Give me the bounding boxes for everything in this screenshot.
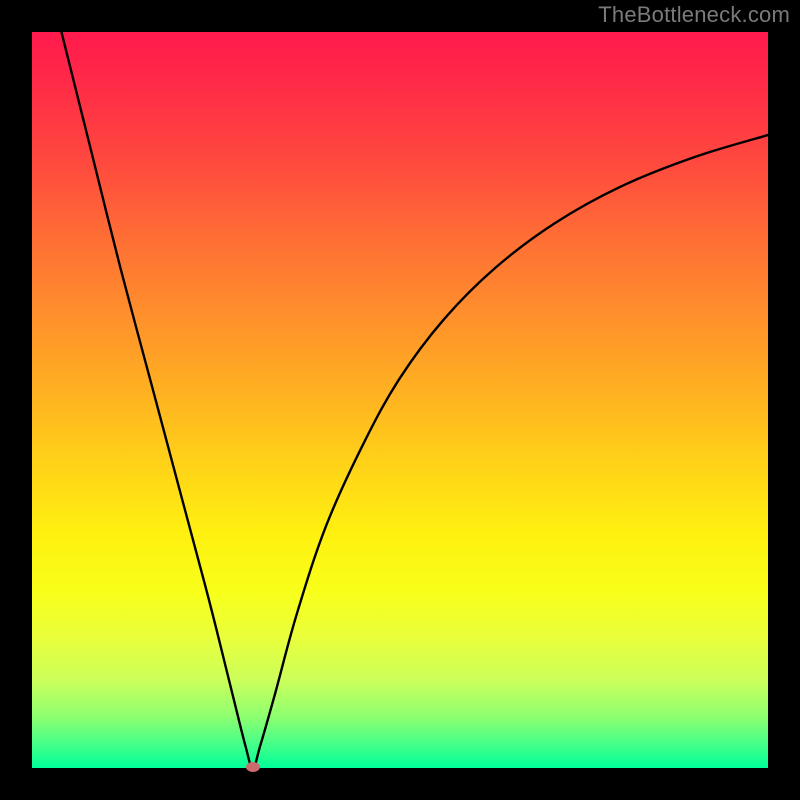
watermark-text: TheBottleneck.com <box>598 2 790 28</box>
plot-area <box>32 32 768 768</box>
curve-svg <box>32 32 768 768</box>
optimum-marker <box>246 762 260 772</box>
chart-container: TheBottleneck.com <box>0 0 800 800</box>
bottleneck-curve <box>61 32 768 768</box>
